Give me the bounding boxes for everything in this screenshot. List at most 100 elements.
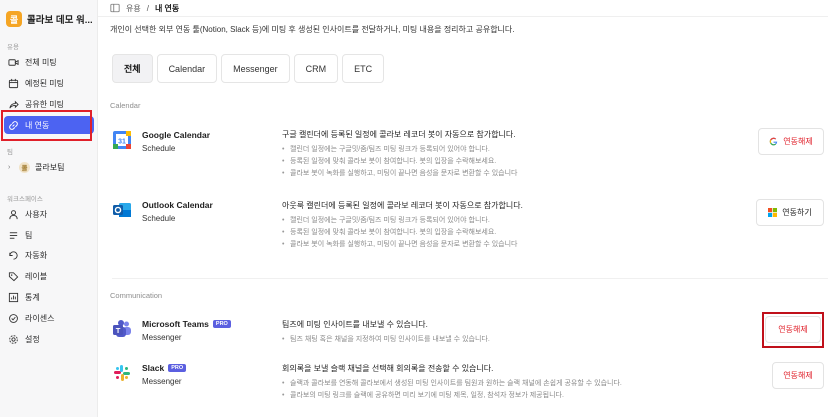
sidebar-item-all-meetings[interactable]: 전체 미팅 xyxy=(4,53,94,71)
sidebar-item-my-integrations[interactable]: 내 연동 xyxy=(4,116,94,134)
sidebar-item-labels[interactable]: 레이블 xyxy=(4,267,94,285)
sidebar-item-label: 내 연동 xyxy=(25,120,50,130)
sidebar-item-teams[interactable]: 팀 xyxy=(4,226,94,244)
section-label-apps: 유용 xyxy=(7,44,19,51)
breadcrumb-current: 내 연동 xyxy=(154,3,180,13)
tab-etc[interactable]: ETC xyxy=(342,54,385,83)
integration-microsoft-teams: T Microsoft Teams PRO Messenger xyxy=(112,319,231,342)
integration-google-calendar: 31 Google Calendar Schedule xyxy=(112,130,210,153)
sidebar-item-team[interactable]: › 콜 콜라보팀 xyxy=(4,158,94,176)
tag-icon xyxy=(8,271,19,281)
integration-outlook-calendar: Outlook Calendar Schedule xyxy=(112,200,213,223)
sidebar: 콜 콜라보 데모 워... 유용 전체 미팅 예정된 미팅 공유한 미팅 내 연… xyxy=(0,0,98,417)
page-description: 개인이 선택한 외부 연동 툴(Notion, Slack 등)에 미팅 후 생… xyxy=(110,25,515,34)
slack-info: 회의록을 보낼 슬랙 채널을 선택해 회의록을 전송할 수 있습니다. 슬랙과 … xyxy=(282,363,622,402)
sidebar-item-label: 자동화 xyxy=(25,250,48,260)
app-name: Microsoft Teams PRO xyxy=(142,319,231,329)
breadcrumb: 유용 / 내 연동 xyxy=(98,0,828,16)
button-label: 연동하기 xyxy=(782,208,812,217)
section-divider xyxy=(112,278,828,279)
sidebar-item-scheduled-meetings[interactable]: 예정된 미팅 xyxy=(4,74,94,92)
info-bullet: 콜라보 봇이 녹화를 실행하고, 미팅이 끝나면 음성을 문자로 변환할 수 있… xyxy=(282,239,523,251)
button-label: 연동해제 xyxy=(783,371,813,380)
google-calendar-info: 구글 캘린더에 등록된 일정에 콜라보 레코더 봇이 자동으로 참가합니다. 캘… xyxy=(282,129,517,180)
integration-tabs: 전체 Calendar Messenger CRM ETC xyxy=(112,54,385,83)
info-bullet: 캘린더 일정에는 구글밋/줌/팀즈 미팅 링크가 등록되어 있어야 합니다. xyxy=(282,144,517,156)
breadcrumb-parent[interactable]: 유용 xyxy=(126,3,141,14)
license-icon xyxy=(9,313,18,323)
app-name: Slack PRO xyxy=(142,363,187,373)
app-type: Schedule xyxy=(142,214,176,223)
teams-info: 팀즈에 미팅 인사이트를 내보낼 수 있습니다. 팀즈 채팅 혹은 채널을 지정… xyxy=(282,319,490,346)
integration-slack: Slack PRO Messenger xyxy=(112,363,187,386)
sidebar-item-users[interactable]: 사용자 xyxy=(4,205,94,223)
sidebar-item-label: 전체 미팅 xyxy=(25,57,57,67)
slack-icon xyxy=(114,365,130,381)
info-title: 팀즈에 미팅 인사이트를 내보낼 수 있습니다. xyxy=(282,320,428,329)
calendar-icon xyxy=(8,78,19,88)
sidebar-item-automation[interactable]: 자동화 xyxy=(4,246,94,264)
team-badge: 콜 xyxy=(19,161,30,173)
info-title: 회의록을 보낼 슬랙 채널을 선택해 회의록을 전송할 수 있습니다. xyxy=(282,364,494,373)
pro-badge: PRO xyxy=(212,320,231,328)
app-type: Schedule xyxy=(142,144,176,153)
outlook-connect-button[interactable]: 연동하기 xyxy=(756,199,824,226)
sidebar-item-label: 팀 xyxy=(25,230,33,240)
teams-icon: T xyxy=(113,320,131,337)
tab-calendar[interactable]: Calendar xyxy=(156,54,218,83)
app-type: Messenger xyxy=(142,377,182,386)
sidebar-item-settings[interactable]: 설정 xyxy=(4,330,94,348)
workspace-name: 콜라보 데모 워... xyxy=(27,15,93,26)
info-bullet: 콜라보 봇이 녹화를 실행하고, 미팅이 끝나면 음성을 문자로 변환할 수 있… xyxy=(282,168,517,180)
sidebar-item-stats[interactable]: 통계 xyxy=(4,288,94,306)
button-label: 연동해제 xyxy=(778,325,808,334)
header-divider xyxy=(98,16,828,17)
category-calendar: Calendar xyxy=(110,101,141,110)
main-content: 유용 / 내 연동 개인이 선택한 외부 연동 툴(Notion, Slack … xyxy=(98,0,828,417)
app-name: Outlook Calendar xyxy=(142,200,213,210)
info-title: 아웃룩 캘린더에 등록된 일정에 콜라보 레코더 봇이 자동으로 참가합니다. xyxy=(282,201,523,210)
microsoft-icon xyxy=(768,208,778,217)
tab-messenger[interactable]: Messenger xyxy=(221,54,290,83)
chevron-right-icon[interactable]: › xyxy=(8,164,14,171)
info-bullet: 콜라보의 미팅 링크를 슬랙에 공유하면 미리 보기에 미팅 제목, 일정, 참… xyxy=(282,390,622,402)
share-icon xyxy=(9,100,19,108)
tab-crm[interactable]: CRM xyxy=(293,54,339,83)
breadcrumb-separator: / xyxy=(146,3,149,13)
button-label: 연동해제 xyxy=(783,137,813,146)
chart-icon xyxy=(8,292,19,302)
workspace-logo: 콜 xyxy=(6,11,22,27)
section-label-team: 팀 xyxy=(7,149,13,156)
svg-text:T: T xyxy=(116,326,121,335)
info-title: 구글 캘린더에 등록된 일정에 콜라보 레코더 봇이 자동으로 참가합니다. xyxy=(282,130,516,139)
svg-text:31: 31 xyxy=(118,139,126,146)
info-bullet: 팀즈 채팅 혹은 채널을 지정하여 미팅 인사이트를 내보낼 수 있습니다. xyxy=(282,334,490,346)
automation-icon xyxy=(9,250,18,260)
workspace-switcher[interactable]: 콜 콜라보 데모 워... xyxy=(6,8,94,30)
sidebar-item-label: 라이센스 xyxy=(25,313,55,323)
sidebar-item-label: 공유한 미팅 xyxy=(25,99,65,109)
sidebar-item-label: 레이블 xyxy=(25,271,48,281)
google-disconnect-button[interactable]: 연동해제 xyxy=(758,128,824,155)
google-icon xyxy=(770,137,778,146)
video-icon xyxy=(8,58,19,66)
section-label-workspace: 워크스페이스 xyxy=(7,196,43,203)
teams-disconnect-button[interactable]: 연동해제 xyxy=(765,316,821,343)
team-label: 콜라보팀 xyxy=(35,162,65,172)
info-bullet: 등록된 일정에 맞춰 콜라보 봇이 참여합니다. 봇의 입장을 수락해보세요. xyxy=(282,227,523,239)
slack-disconnect-button[interactable]: 연동해제 xyxy=(772,362,824,389)
sidebar-item-label: 설정 xyxy=(25,334,40,344)
sidebar-item-shared-meetings[interactable]: 공유한 미팅 xyxy=(4,95,94,113)
gear-icon xyxy=(9,334,18,344)
tab-all[interactable]: 전체 xyxy=(112,54,153,83)
app-name-text: Microsoft Teams xyxy=(142,319,209,329)
sidebar-item-license[interactable]: 라이센스 xyxy=(4,309,94,327)
sidebar-item-label: 통계 xyxy=(25,292,40,302)
sidebar-item-label: 예정된 미팅 xyxy=(25,78,65,88)
team-list-icon xyxy=(9,231,18,239)
info-bullet: 캘린더 일정에는 구글밋/줌/팀즈 미팅 링크가 등록되어 있어야 합니다. xyxy=(282,215,523,227)
sidebar-toggle-icon[interactable] xyxy=(110,3,120,13)
pro-badge: PRO xyxy=(168,364,187,372)
google-calendar-icon: 31 xyxy=(113,131,131,149)
link-icon xyxy=(9,120,18,130)
